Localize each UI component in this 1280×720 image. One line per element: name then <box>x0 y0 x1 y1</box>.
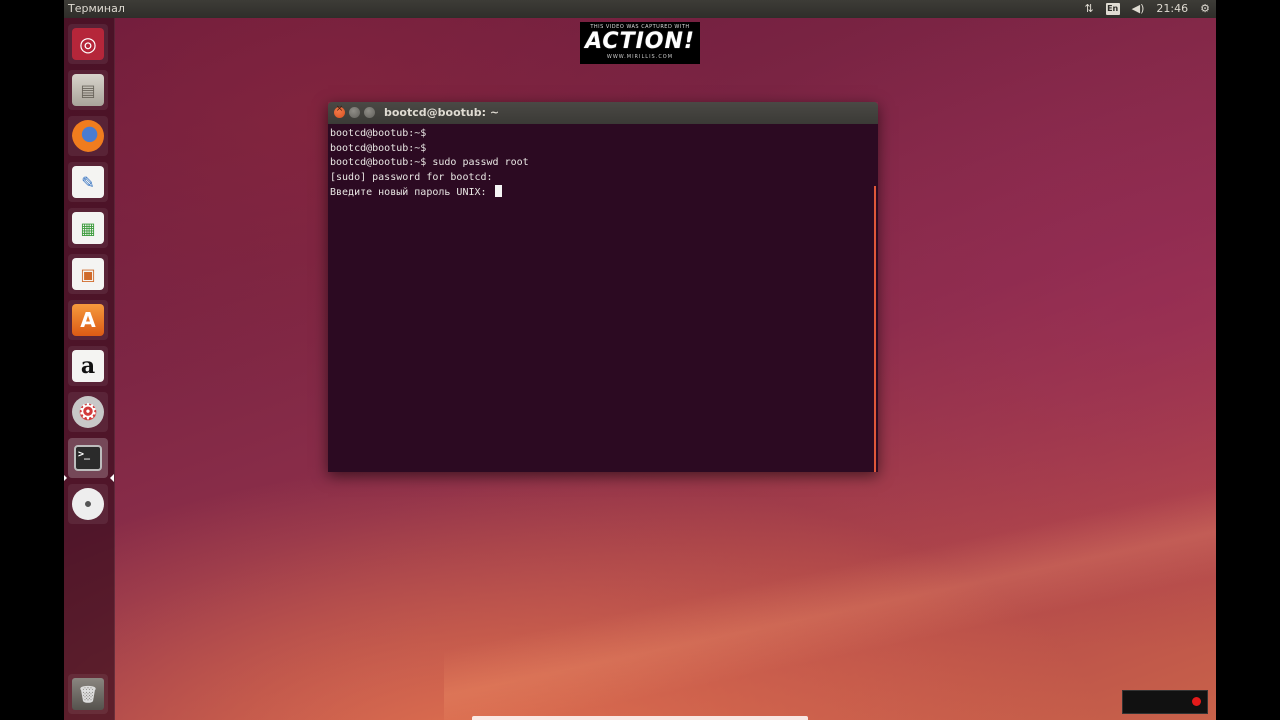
files-icon: ▤ <box>72 74 104 106</box>
text-cursor <box>494 185 502 198</box>
amazon-icon: a <box>72 350 104 382</box>
launcher-firefox-button[interactable]: ● <box>68 116 108 156</box>
terminal-line-text: Введите новый пароль UNIX: <box>330 187 493 199</box>
launcher-amazon-button[interactable]: a <box>68 346 108 386</box>
active-app-title: Терминал <box>68 2 125 15</box>
recording-watermark: THIS VIDEO WAS CAPTURED WITH ACTION! WWW… <box>580 22 700 64</box>
close-button[interactable]: × <box>334 104 345 118</box>
writer-document-icon: ✎ <box>72 166 104 198</box>
launcher: ◎ ▤ ● ✎ ▦ ▣ A a ⚙ >_ ◉ <box>64 18 115 720</box>
wallpaper-streak <box>444 470 1216 720</box>
terminal-window[interactable]: × bootcd@bootub: ~ bootcd@bootub:~$ boot… <box>328 102 878 472</box>
window-titlebar[interactable]: × bootcd@bootub: ~ <box>328 102 878 124</box>
terminal-line: [sudo] password for bootcd: <box>330 171 493 183</box>
terminal-prompt-line: Введите новый пароль UNIX: <box>330 185 529 201</box>
software-center-icon: A <box>72 304 104 336</box>
minimize-button[interactable] <box>349 107 360 118</box>
window-title: bootcd@bootub: ~ <box>384 106 500 119</box>
launcher-writer-button[interactable]: ✎ <box>68 162 108 202</box>
top-panel: Терминал ⇅ En ◀) 21:46 ⚙ <box>64 0 1216 18</box>
launcher-dvd-button[interactable]: ◉ <box>68 484 108 524</box>
keyboard-layout-icon[interactable]: En <box>1105 3 1120 15</box>
launcher-system-settings-button[interactable]: ⚙ <box>68 392 108 432</box>
terminal-line: bootcd@bootub:~$ <box>330 142 427 154</box>
terminal-line: bootcd@bootub:~$ <box>330 128 427 139</box>
dvd-disc-icon: ◉ <box>72 488 104 520</box>
active-indicator-right <box>110 474 114 482</box>
volume-icon[interactable]: ◀) <box>1132 0 1145 18</box>
impress-presentation-icon: ▣ <box>72 258 104 290</box>
record-indicator-icon <box>1192 697 1201 706</box>
watermark-url-text: WWW.MIRILLIS.COM <box>606 54 674 60</box>
terminal-line: bootcd@bootub:~$ sudo passwd root <box>330 157 529 169</box>
letterbox-left <box>0 0 64 720</box>
launcher-software-center-button[interactable]: A <box>68 300 108 340</box>
launcher-files-button[interactable]: ▤ <box>68 70 108 110</box>
terminal-scrollbar[interactable] <box>874 186 876 472</box>
ubuntu-logo-icon: ◎ <box>72 28 104 60</box>
launcher-dash-button[interactable]: ◎ <box>68 24 108 64</box>
recording-tray <box>1122 690 1208 714</box>
clock[interactable]: 21:46 <box>1156 0 1188 18</box>
launcher-impress-button[interactable]: ▣ <box>68 254 108 294</box>
letterbox-right <box>1216 0 1280 720</box>
firefox-icon: ● <box>72 120 104 152</box>
terminal-icon: >_ <box>74 445 102 471</box>
launcher-calc-button[interactable]: ▦ <box>68 208 108 248</box>
launcher-trash-button[interactable]: 🗑 <box>68 674 108 714</box>
maximize-button[interactable] <box>364 107 375 118</box>
system-settings-icon: ⚙ <box>72 396 104 428</box>
calc-spreadsheet-icon: ▦ <box>72 212 104 244</box>
network-icon[interactable]: ⇅ <box>1084 0 1093 18</box>
desktop: Терминал ⇅ En ◀) 21:46 ⚙ ◎ ▤ ● ✎ ▦ ▣ A <box>64 0 1216 720</box>
settings-gear-icon[interactable]: ⚙ <box>1200 0 1210 18</box>
launcher-terminal-button[interactable]: >_ <box>68 438 108 478</box>
close-icon: × <box>335 104 344 114</box>
active-indicator-left <box>64 474 67 482</box>
bottom-strip <box>472 716 808 720</box>
terminal-output[interactable]: bootcd@bootub:~$ bootcd@bootub:~$ bootcd… <box>328 124 878 472</box>
panel-indicators: ⇅ En ◀) 21:46 ⚙ <box>1084 0 1210 18</box>
trash-icon: 🗑 <box>72 678 104 710</box>
watermark-logo-text: ACTION! <box>585 29 695 54</box>
